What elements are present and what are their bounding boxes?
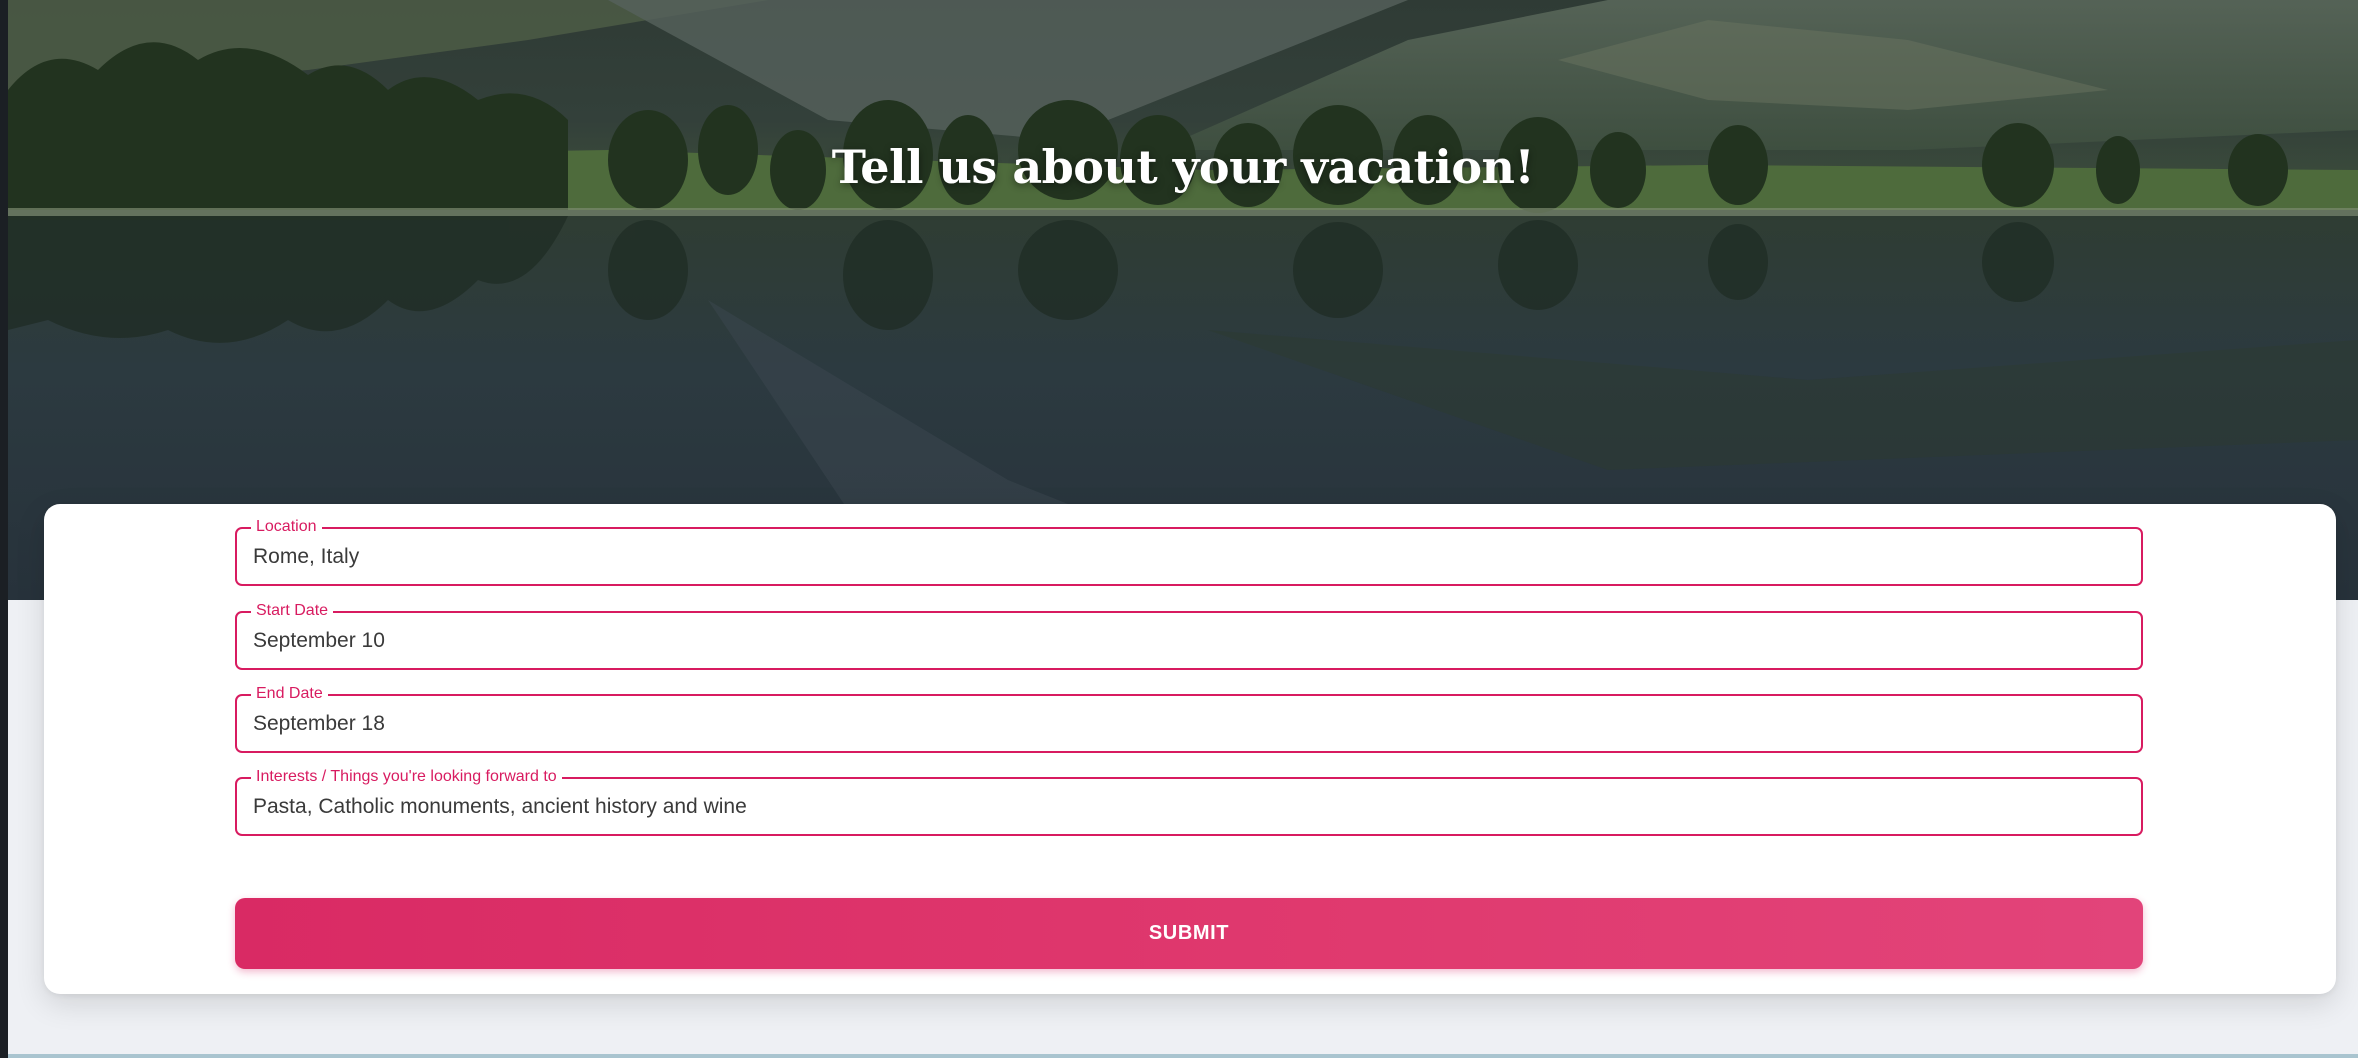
interests-field: Interests / Things you're looking forwar… bbox=[235, 768, 2143, 836]
bottom-divider bbox=[0, 1054, 2358, 1058]
end-date-field: End Date bbox=[235, 685, 2143, 753]
page: Tell us about your vacation! Location St… bbox=[0, 0, 2358, 1058]
page-title: Tell us about your vacation! bbox=[831, 140, 1535, 194]
submit-button[interactable]: SUBMIT bbox=[235, 898, 2143, 969]
interests-input[interactable] bbox=[253, 779, 2125, 834]
vacation-form-card: Location Start Date End Date Interests /… bbox=[44, 504, 2336, 994]
location-field: Location bbox=[235, 518, 2143, 586]
start-date-input[interactable] bbox=[253, 613, 2125, 668]
location-input[interactable] bbox=[253, 529, 2125, 584]
start-date-field: Start Date bbox=[235, 602, 2143, 670]
window-edge bbox=[0, 0, 8, 1058]
end-date-input[interactable] bbox=[253, 696, 2125, 751]
